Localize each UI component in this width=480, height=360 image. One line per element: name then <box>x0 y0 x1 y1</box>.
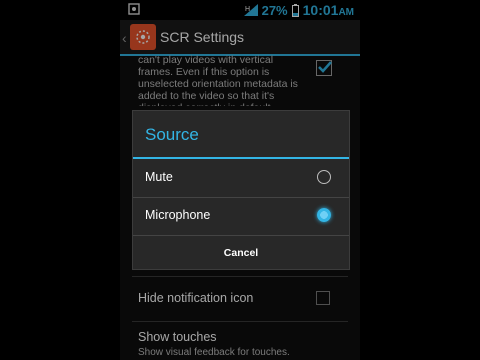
dialog-title: Source <box>145 125 199 144</box>
radio-button-microphone[interactable] <box>317 208 331 222</box>
phone-screen: H 27% 10:01AM ‹ SCR Settings can't play … <box>120 0 360 360</box>
source-dialog: Source Mute Microphone Cancel <box>132 110 350 270</box>
cancel-button[interactable]: Cancel <box>133 235 349 270</box>
radio-button-mute[interactable] <box>317 170 331 184</box>
option-microphone[interactable]: Microphone <box>133 198 349 234</box>
dialog-title-bar: Source <box>133 111 349 159</box>
option-label: Microphone <box>145 208 211 222</box>
option-mute[interactable]: Mute <box>133 160 349 196</box>
option-label: Mute <box>145 170 173 184</box>
